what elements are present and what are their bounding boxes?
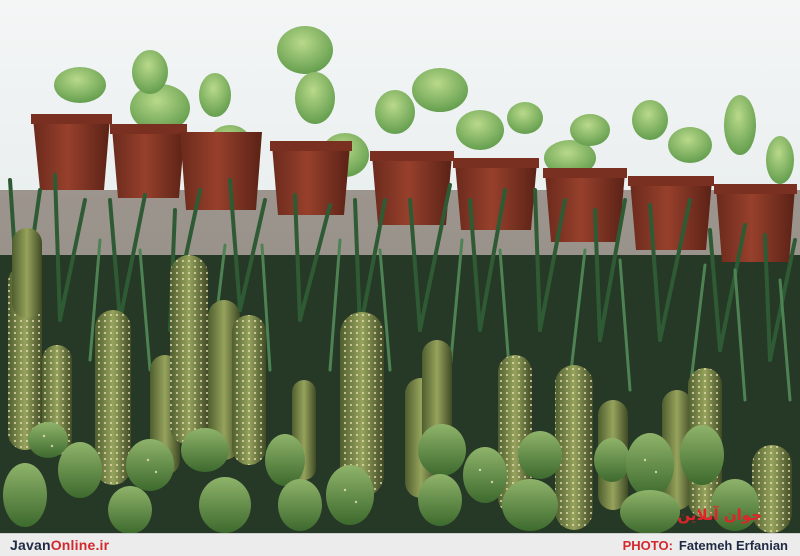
photo-frame: جوان آنلاین JavanOnline.ir PHOTO: Fatemeh… bbox=[0, 0, 800, 556]
site-name[interactable]: JavanOnline.ir bbox=[10, 537, 109, 553]
site-name-prefix: Javan bbox=[10, 537, 51, 553]
site-name-suffix: Online.ir bbox=[50, 537, 110, 553]
photo-credit-name: Fatemeh Erfanian bbox=[678, 538, 788, 553]
watermark-logo: جوان آنلاین bbox=[677, 506, 762, 524]
photo-illustration bbox=[0, 0, 800, 533]
photo-credit-label: PHOTO: bbox=[622, 538, 673, 553]
photo bbox=[0, 0, 800, 533]
photo-credit: PHOTO: Fatemeh Erfanian bbox=[623, 538, 788, 553]
caption-bar: JavanOnline.ir PHOTO: Fatemeh Erfanian bbox=[0, 533, 800, 556]
